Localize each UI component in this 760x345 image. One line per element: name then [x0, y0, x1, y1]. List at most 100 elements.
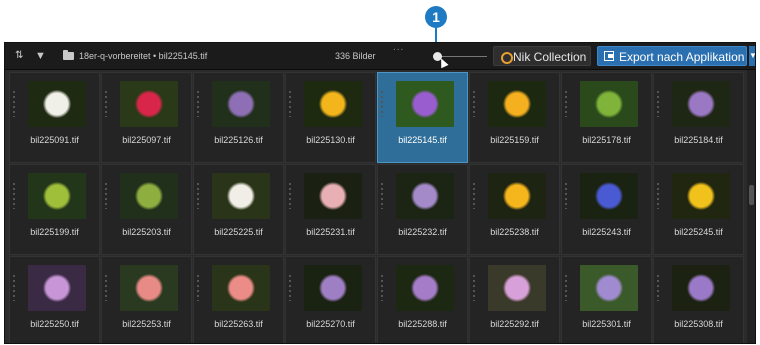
rating-dots-icon[interactable]: [657, 275, 659, 301]
rating-dots-icon[interactable]: [197, 91, 199, 117]
flower-image: [227, 274, 255, 302]
flower-image: [503, 274, 531, 302]
thumbnail-cell[interactable]: bil225270.tif: [285, 256, 376, 343]
flower-image: [227, 90, 255, 118]
thumbnail-cell[interactable]: bil225225.tif: [193, 164, 284, 255]
thumbnail-cell[interactable]: bil225253.tif: [101, 256, 192, 343]
thumbnail-cell[interactable]: bil225159.tif: [469, 72, 560, 163]
thumbnail-cell[interactable]: bil225097.tif: [101, 72, 192, 163]
thumbnail-image[interactable]: [120, 81, 178, 127]
thumbnail-image[interactable]: [28, 173, 86, 219]
thumbnail-image[interactable]: [212, 81, 270, 127]
thumbnail-image[interactable]: [396, 173, 454, 219]
thumbnail-image[interactable]: [28, 81, 86, 127]
thumbnail-image[interactable]: [396, 265, 454, 311]
rating-dots-icon[interactable]: [565, 91, 567, 117]
rating-dots-icon[interactable]: [381, 91, 383, 117]
thumbnail-cell[interactable]: bil225308.tif: [653, 256, 744, 343]
thumbnail-filename: bil225145.tif: [398, 135, 447, 145]
thumbnail-image[interactable]: [488, 173, 546, 219]
rating-dots-icon[interactable]: [105, 91, 107, 117]
rating-dots-icon[interactable]: [473, 183, 475, 209]
thumbnail-image[interactable]: [304, 81, 362, 127]
thumbnail-cell[interactable]: bil225250.tif: [9, 256, 100, 343]
thumbnail-image[interactable]: [580, 81, 638, 127]
breadcrumb[interactable]: 18er-q-vorbereitet • bil225145.tif: [79, 43, 207, 69]
flower-image: [411, 274, 439, 302]
thumbnail-cell[interactable]: bil225263.tif: [193, 256, 284, 343]
thumbnail-filename: bil225250.tif: [30, 319, 79, 329]
thumbnail-image[interactable]: [580, 265, 638, 311]
thumbnail-image[interactable]: [396, 81, 454, 127]
thumbnail-cell[interactable]: bil225288.tif: [377, 256, 468, 343]
thumbnail-filename: bil225130.tif: [306, 135, 355, 145]
rating-dots-icon[interactable]: [381, 183, 383, 209]
scrollbar[interactable]: [747, 70, 755, 343]
rating-dots-icon[interactable]: [473, 91, 475, 117]
flower-image: [43, 274, 71, 302]
sort-icon[interactable]: ⇅: [15, 43, 23, 69]
rating-dots-icon[interactable]: [13, 91, 15, 117]
rating-dots-icon[interactable]: [289, 275, 291, 301]
thumbnail-image[interactable]: [212, 173, 270, 219]
thumbnail-image[interactable]: [120, 173, 178, 219]
rating-dots-icon[interactable]: [473, 275, 475, 301]
export-dropdown-chevron-icon[interactable]: ▼: [749, 46, 755, 66]
rating-dots-icon[interactable]: [289, 91, 291, 117]
thumbnail-cell[interactable]: bil225301.tif: [561, 256, 652, 343]
thumbnail-image[interactable]: [304, 173, 362, 219]
thumbnail-cell[interactable]: bil225232.tif: [377, 164, 468, 255]
rating-dots-icon[interactable]: [105, 275, 107, 301]
thumbnail-cell[interactable]: bil225238.tif: [469, 164, 560, 255]
thumbnail-cell[interactable]: bil225145.tif: [377, 72, 468, 163]
thumbnail-image[interactable]: [672, 173, 730, 219]
thumbnail-image[interactable]: [212, 265, 270, 311]
rating-dots-icon[interactable]: [565, 275, 567, 301]
filter-icon[interactable]: ▼: [35, 43, 46, 69]
rating-dots-icon[interactable]: [197, 275, 199, 301]
rating-dots-icon[interactable]: [105, 183, 107, 209]
thumbnail-cell[interactable]: bil225203.tif: [101, 164, 192, 255]
flower-image: [411, 90, 439, 118]
flower-image: [135, 90, 163, 118]
thumbnail-image[interactable]: [672, 81, 730, 127]
flower-image: [687, 182, 715, 210]
thumbnail-cell[interactable]: bil225243.tif: [561, 164, 652, 255]
thumbnail-cell[interactable]: bil225245.tif: [653, 164, 744, 255]
thumbnail-cell[interactable]: bil225178.tif: [561, 72, 652, 163]
flower-image: [595, 90, 623, 118]
flower-image: [595, 182, 623, 210]
flower-image: [319, 182, 347, 210]
rating-dots-icon[interactable]: [381, 275, 383, 301]
thumbnail-cell[interactable]: bil225231.tif: [285, 164, 376, 255]
rating-dots-icon[interactable]: [13, 275, 15, 301]
export-to-application-button[interactable]: Export nach Applikation: [597, 46, 747, 66]
thumbnail-cell[interactable]: bil225292.tif: [469, 256, 560, 343]
nik-collection-button[interactable]: Nik Collection: [493, 46, 591, 66]
thumbnail-image[interactable]: [488, 265, 546, 311]
thumbnail-cell[interactable]: bil225184.tif: [653, 72, 744, 163]
rating-dots-icon[interactable]: [197, 183, 199, 209]
rating-dots-icon[interactable]: [657, 91, 659, 117]
thumbnail-image[interactable]: [120, 265, 178, 311]
rating-dots-icon[interactable]: [289, 183, 291, 209]
thumbnail-cell[interactable]: bil225130.tif: [285, 72, 376, 163]
thumbnail-grid: bil225091.tif bil225097.tif bil225126.tif b…: [9, 72, 745, 343]
thumbnail-image[interactable]: [672, 265, 730, 311]
thumbnail-image[interactable]: [488, 81, 546, 127]
scrollbar-thumb[interactable]: [749, 185, 754, 205]
rating-dots-icon[interactable]: [657, 183, 659, 209]
drag-handle[interactable]: ...: [393, 43, 404, 61]
thumbnail-image[interactable]: [28, 265, 86, 311]
thumbnail-image[interactable]: [580, 173, 638, 219]
rating-dots-icon[interactable]: [565, 183, 567, 209]
flower-image: [319, 90, 347, 118]
thumbnail-filename: bil225238.tif: [490, 227, 539, 237]
flower-image: [503, 182, 531, 210]
thumbnail-cell[interactable]: bil225199.tif: [9, 164, 100, 255]
thumbnail-cell[interactable]: bil225091.tif: [9, 72, 100, 163]
rating-dots-icon[interactable]: [13, 183, 15, 209]
thumbnail-image[interactable]: [304, 265, 362, 311]
thumbnail-cell[interactable]: bil225126.tif: [193, 72, 284, 163]
flower-image: [227, 182, 255, 210]
